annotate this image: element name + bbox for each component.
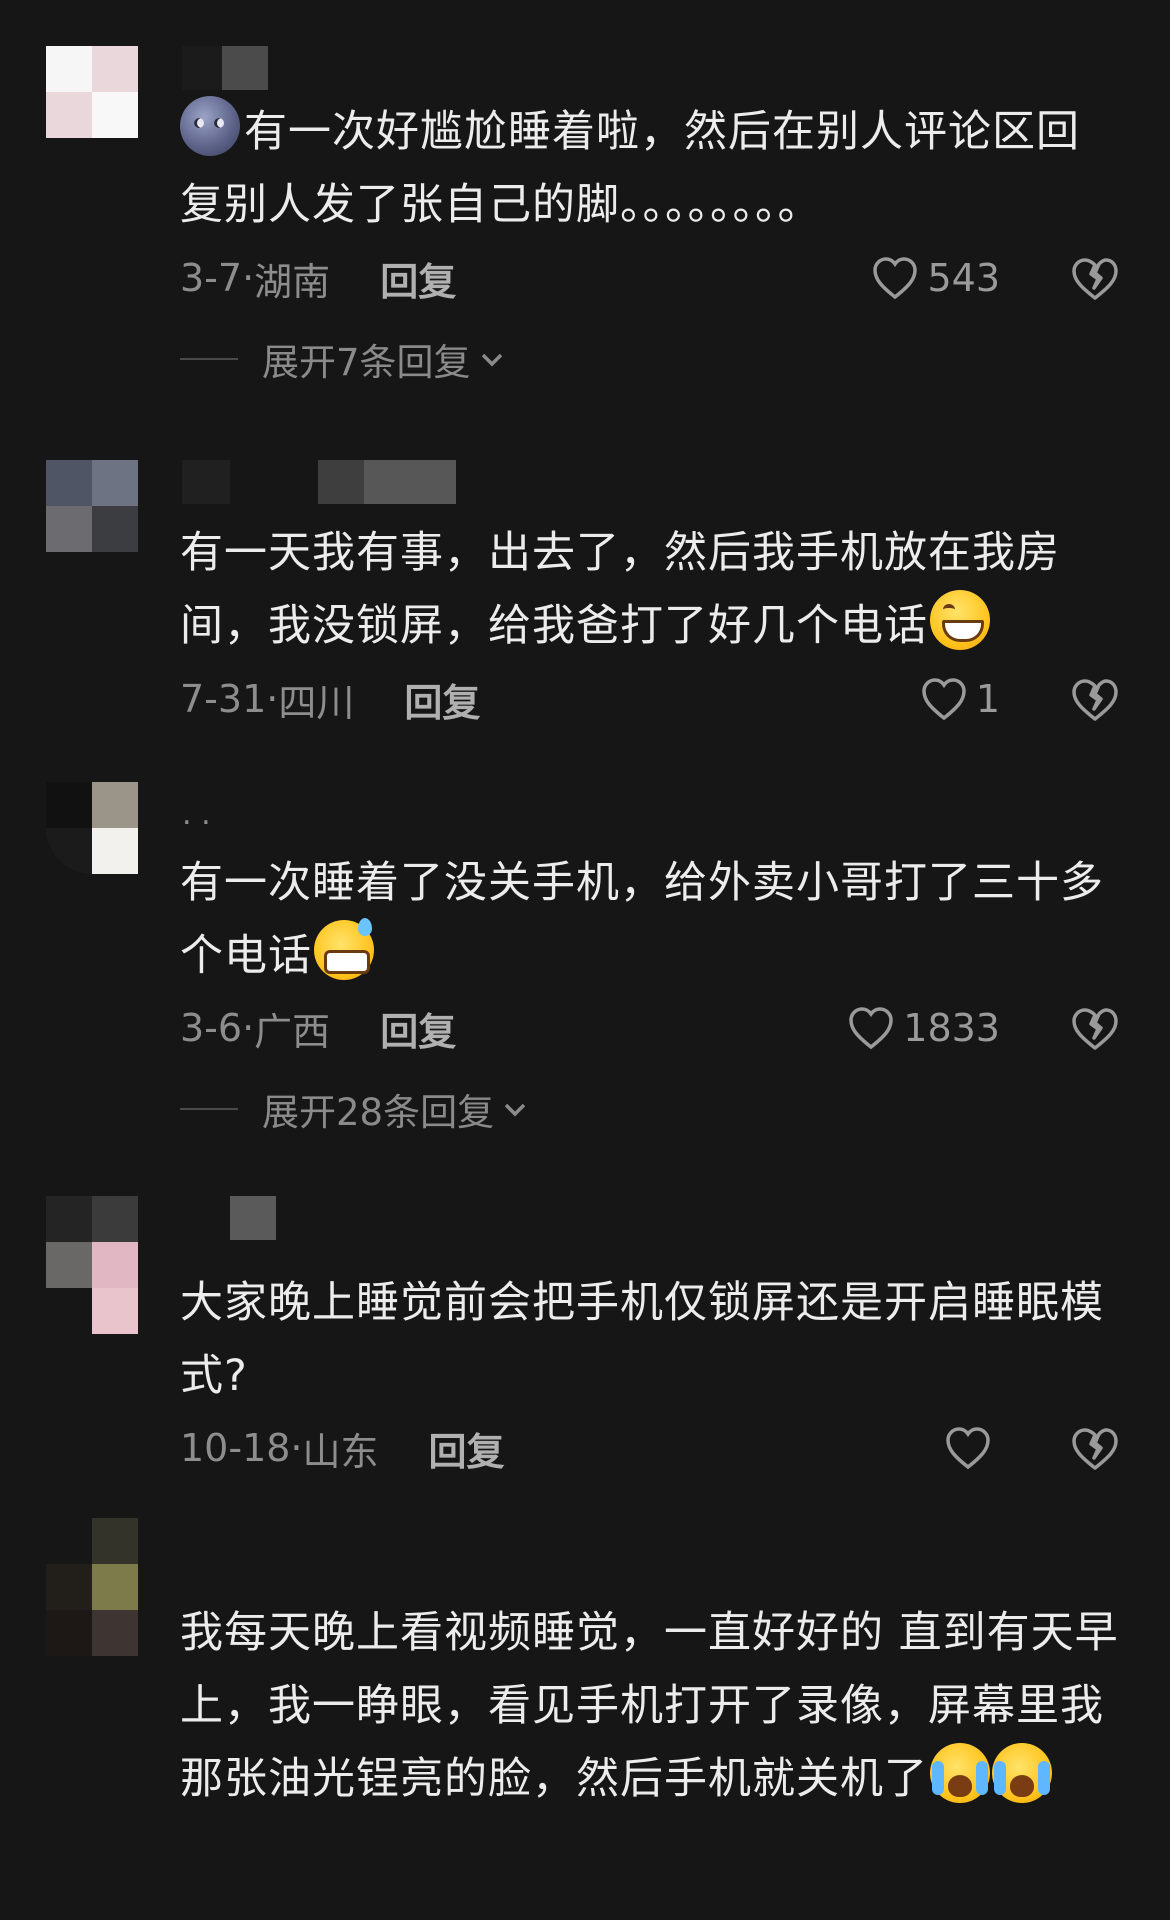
expand-label: 展开28条回复 <box>262 1091 495 1134</box>
heart-icon <box>849 1007 894 1050</box>
expand-divider <box>180 1108 238 1110</box>
grinning-face-icon <box>930 590 990 650</box>
comment-location: 广西 <box>254 1009 331 1054</box>
comment-meta: 7-31 · 四川 回复 <box>180 672 480 727</box>
moon-face-icon <box>180 96 240 156</box>
chevron-down-icon <box>481 353 502 367</box>
comment-text: 有一次睡着了没关手机，给外卖小哥打了三十多个电话 <box>180 858 1104 981</box>
comment-date: 3-7 <box>180 256 243 300</box>
comment-text: 有一次好尴尬睡着啦，然后在别人评论区回复别人发了张自己的脚。。。。。。。。 <box>180 96 1120 242</box>
chevron-down-icon <box>504 1103 526 1117</box>
comment-date: 10-18 <box>180 1426 291 1470</box>
meta-separator: · <box>290 1426 303 1470</box>
like-button[interactable]: 543 <box>871 250 1000 306</box>
comment-date: 3-6 <box>180 1006 243 1050</box>
comment-location: 山东 <box>302 1429 379 1474</box>
expand-divider <box>180 358 238 360</box>
like-count: 1833 <box>903 1006 1000 1050</box>
comment-meta: 3-7 · 湖南 回复 <box>180 251 456 306</box>
comment-date: 7-31 <box>180 677 267 721</box>
avatar[interactable] <box>46 1196 138 1334</box>
expand-replies-button[interactable]: 展开28条回复 <box>180 1084 528 1134</box>
avatar[interactable] <box>46 46 138 138</box>
crying-face-icon <box>992 1743 1052 1803</box>
like-button[interactable]: 1 <box>920 671 1000 727</box>
heart-icon <box>922 678 966 721</box>
reply-button[interactable]: 回复 <box>380 251 456 306</box>
comment-meta: 10-18 · 山东 回复 <box>180 1421 505 1476</box>
broken-heart-icon[interactable] <box>1070 675 1120 725</box>
comment-meta: 3-6 · 广西 回复 <box>180 1001 456 1056</box>
comment-location: 湖南 <box>254 259 331 304</box>
meta-separator: · <box>242 1006 255 1050</box>
username-blurred[interactable] <box>182 46 268 90</box>
like-count: 1 <box>975 677 1000 721</box>
broken-heart-icon[interactable] <box>1070 1004 1120 1054</box>
like-button[interactable] <box>944 1420 1000 1476</box>
like-button[interactable]: 1833 <box>847 1000 1000 1056</box>
expand-label: 展开7条回复 <box>262 341 471 384</box>
broken-heart-icon[interactable] <box>1070 1424 1120 1474</box>
username-blurred[interactable] <box>182 460 456 504</box>
reply-button[interactable]: 回复 <box>404 672 480 727</box>
avatar[interactable] <box>46 460 138 552</box>
comment-text: 我每天晚上看视频睡觉，一直好好的 直到有天早上，我一睁眼，看见手机打开了录像，屏… <box>180 1608 1119 1804</box>
username-blurred[interactable] <box>230 1196 276 1240</box>
reply-button[interactable]: 回复 <box>429 1421 505 1476</box>
expand-replies-button[interactable]: 展开7条回复 <box>180 334 505 384</box>
sweat-grin-face-icon <box>314 918 374 980</box>
username[interactable]: . . <box>182 792 211 836</box>
comment-location: 四川 <box>278 680 355 725</box>
avatar[interactable] <box>46 782 138 874</box>
heart-icon <box>946 1427 990 1470</box>
like-count: 543 <box>927 256 1000 300</box>
reply-button[interactable]: 回复 <box>380 1001 456 1056</box>
heart-icon <box>873 257 918 300</box>
meta-separator: · <box>242 256 255 300</box>
meta-separator: · <box>266 677 279 721</box>
comment-text: 大家晚上睡觉前会把手机仅锁屏还是开启睡眠模式? <box>180 1278 1104 1401</box>
avatar[interactable] <box>46 1518 138 1656</box>
crying-face-icon <box>930 1743 990 1803</box>
broken-heart-icon[interactable] <box>1070 254 1120 304</box>
comment-text: 有一天我有事，出去了，然后我手机放在我房间，我没锁屏，给我爸打了好几个电话 <box>180 528 1060 651</box>
